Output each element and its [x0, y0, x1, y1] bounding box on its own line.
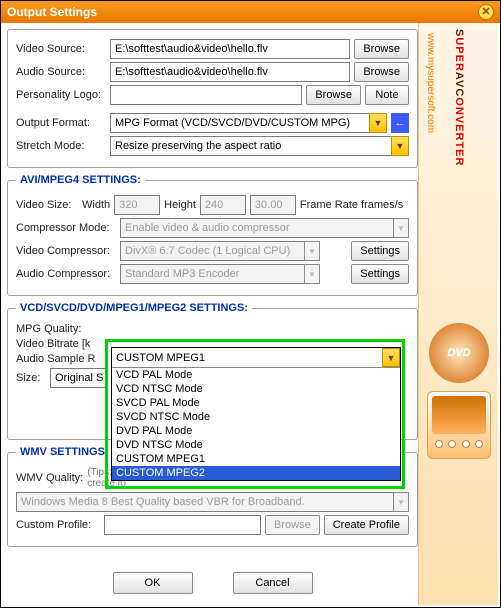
personality-logo-label: Personality Logo:: [16, 89, 106, 101]
compressor-mode-label: Compressor Mode:: [16, 222, 116, 234]
dropdown-option[interactable]: SVCD PAL Mode: [112, 396, 400, 410]
audio-source-input[interactable]: [110, 62, 350, 82]
fps-input: [250, 195, 296, 215]
browse-button[interactable]: Browse: [306, 85, 361, 105]
settings-button[interactable]: Settings: [351, 241, 409, 261]
mpg-quality-dropdown[interactable]: CUSTOM MPEG1 ▼ VCD PAL ModeVCD NTSC Mode…: [111, 347, 401, 481]
wmv-legend: WMV SETTINGS:: [16, 446, 113, 458]
audio-source-label: Audio Source:: [16, 66, 106, 78]
wmv-profile-select: Windows Media 8 Best Quality based VBR f…: [16, 492, 409, 512]
video-size-label: Video Size:: [16, 199, 78, 211]
dropdown-option[interactable]: CUSTOM MPEG1: [112, 452, 400, 466]
dropdown-option[interactable]: CUSTOM MPEG2: [112, 466, 400, 480]
browse-button: Browse: [265, 515, 320, 535]
ok-button[interactable]: OK: [113, 572, 193, 594]
chevron-down-icon[interactable]: ▼: [391, 136, 409, 156]
stretch-mode-label: Stretch Mode:: [16, 140, 106, 152]
wmv-quality-label: WMV Quality:: [16, 472, 83, 484]
dropdown-option[interactable]: VCD NTSC Mode: [112, 382, 400, 396]
sidebar-brand: www.mysupersoft.com SUPERAVCONVERTER DVD: [418, 23, 498, 605]
brand-url: www.mysupersoft.com: [425, 33, 436, 133]
dropdown-option[interactable]: SVCD NTSC Mode: [112, 410, 400, 424]
size-select[interactable]: Original S: [50, 368, 108, 388]
audio-compressor-select: Standard MP3 Encoder▼: [120, 264, 320, 284]
personality-logo-input[interactable]: [110, 85, 302, 105]
width-label: Width: [82, 199, 110, 211]
custom-profile-input: [104, 515, 261, 535]
compressor-mode-select: Enable video & audio compressor▼: [120, 218, 409, 238]
width-input: [114, 195, 160, 215]
audio-sample-label: Audio Sample R: [16, 353, 106, 365]
back-arrow-icon[interactable]: ←: [391, 113, 409, 133]
audio-compressor-label: Audio Compressor:: [16, 268, 116, 280]
output-format-label: Output Format:: [16, 117, 106, 129]
settings-button[interactable]: Settings: [351, 264, 409, 284]
dropdown-option[interactable]: DVD PAL Mode: [112, 424, 400, 438]
height-label: Height: [164, 199, 196, 211]
dvd-icon: DVD: [429, 323, 489, 383]
content-area: Video Source: Browse Audio Source: Brows…: [7, 29, 418, 599]
create-profile-button[interactable]: Create Profile: [324, 515, 409, 535]
titlebar: Output Settings ✕: [1, 1, 500, 23]
size-label: Size:: [16, 372, 46, 384]
video-compressor-select: DivX® 6.7 Codec (1 Logical CPU)▼: [120, 241, 320, 261]
mpg-quality-label: MPG Quality:: [16, 323, 94, 335]
height-input: [200, 195, 246, 215]
close-icon[interactable]: ✕: [478, 4, 494, 20]
chevron-down-icon[interactable]: ▼: [369, 113, 387, 133]
bottom-bar: OK Cancel: [7, 567, 418, 599]
source-group: Video Source: Browse Audio Source: Brows…: [7, 29, 418, 168]
mpg-legend: VCD/SVCD/DVD/MPEG1/MPEG2 SETTINGS:: [16, 302, 252, 314]
brand-logo: SUPERAVCONVERTER: [448, 29, 469, 166]
chevron-down-icon[interactable]: ▼: [382, 348, 400, 367]
dropdown-selected[interactable]: CUSTOM MPEG1 ▼: [112, 348, 400, 368]
avi-legend: AVI/MPEG4 SETTINGS:: [16, 174, 145, 186]
player-icon: [427, 391, 491, 459]
window-title: Output Settings: [7, 5, 478, 19]
dropdown-option[interactable]: VCD PAL Mode: [112, 368, 400, 382]
video-bitrate-label: Video Bitrate [k: [16, 338, 106, 350]
dropdown-option[interactable]: DVD NTSC Mode: [112, 438, 400, 452]
output-format-select[interactable]: MPG Format (VCD/SVCD/DVD/CUSTOM MPG) ▼: [110, 113, 387, 133]
fps-label: Frame Rate frames/s: [300, 199, 403, 211]
video-source-input[interactable]: [110, 39, 350, 59]
custom-profile-label: Custom Profile:: [16, 519, 100, 531]
avi-group: AVI/MPEG4 SETTINGS: Video Size: Width He…: [7, 174, 418, 296]
video-source-label: Video Source:: [16, 43, 106, 55]
browse-button[interactable]: Browse: [354, 62, 409, 82]
cancel-button[interactable]: Cancel: [233, 572, 313, 594]
stretch-mode-select[interactable]: Resize preserving the aspect ratio ▼: [110, 136, 409, 156]
note-button[interactable]: Note: [365, 85, 409, 105]
browse-button[interactable]: Browse: [354, 39, 409, 59]
video-compressor-label: Video Compressor:: [16, 245, 116, 257]
